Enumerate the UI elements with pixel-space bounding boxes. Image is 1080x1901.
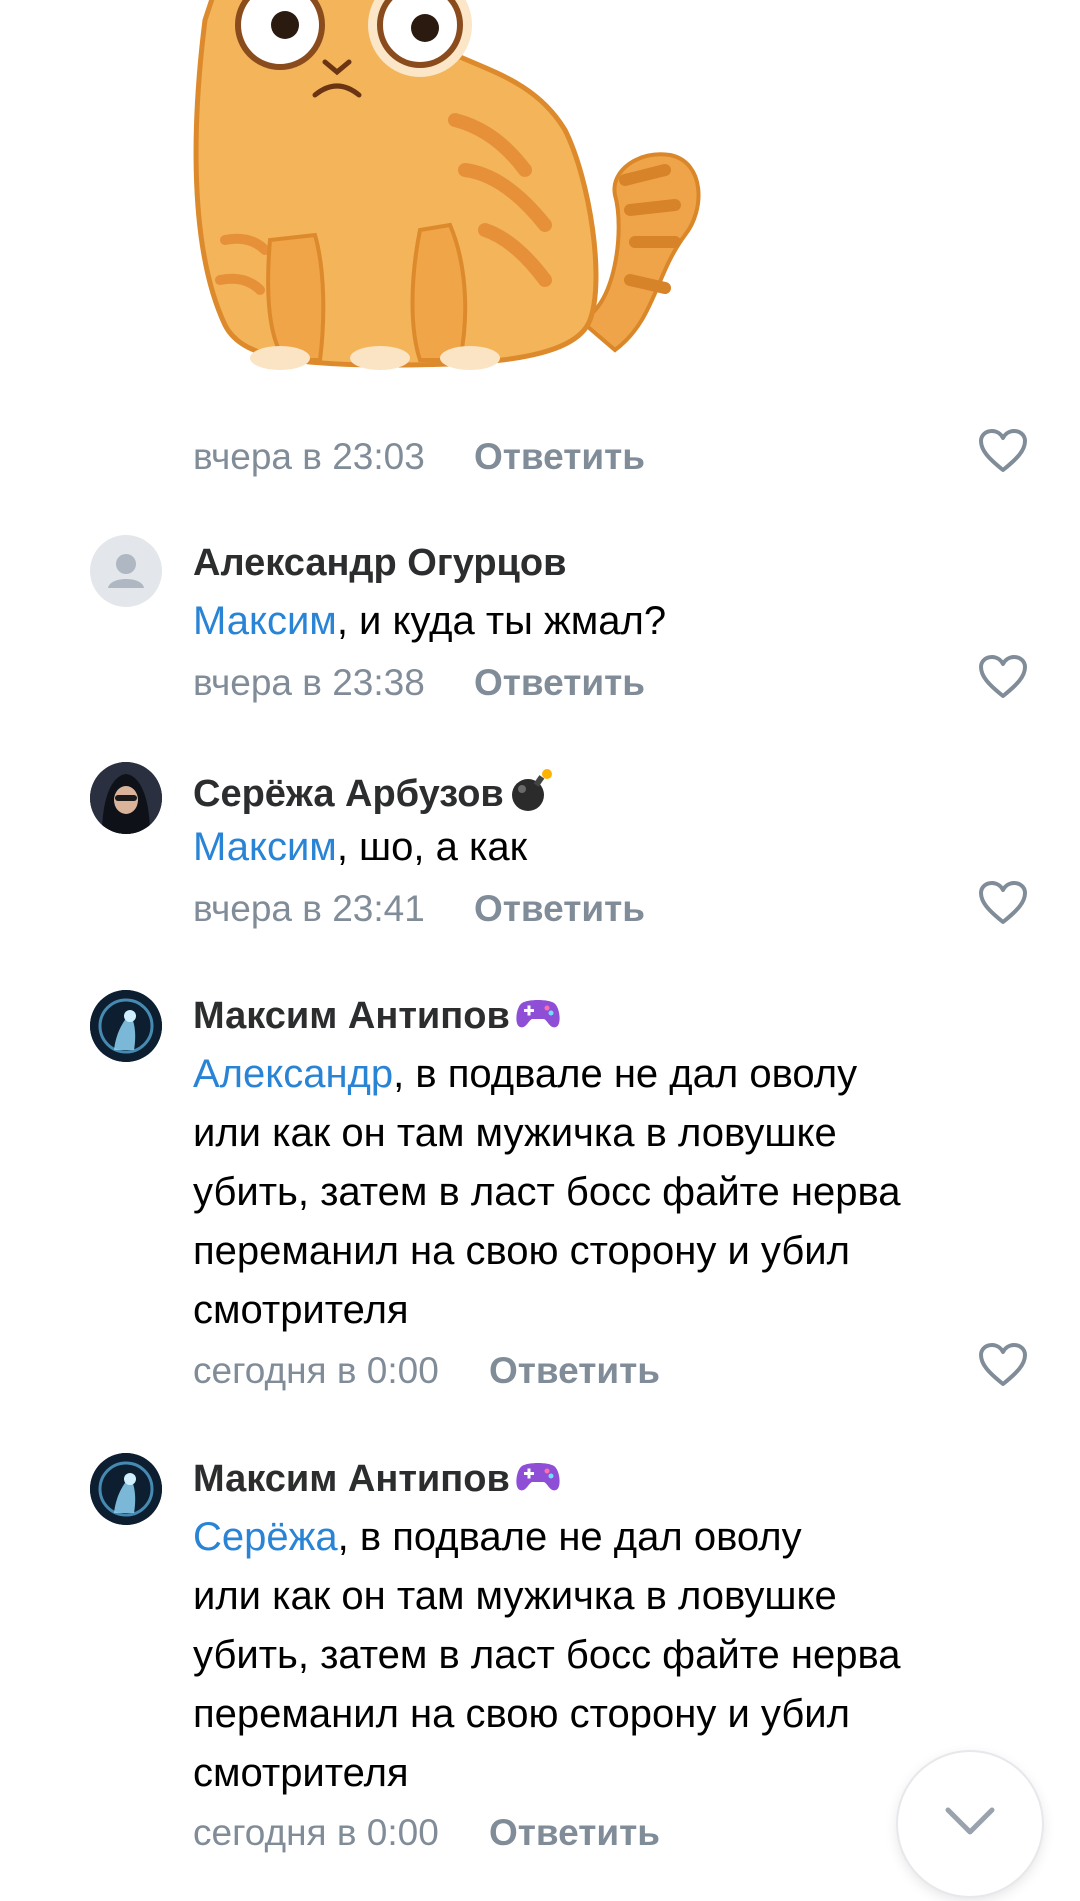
mention-link[interactable]: Серёжа [193,1515,338,1559]
heart-icon [979,1343,1027,1386]
reply-button[interactable]: Ответить [474,888,645,930]
chevron-down-icon [945,1807,995,1835]
comment-time: сегодня в 0:00 [193,1812,439,1853]
comment-author[interactable]: Максим Антипов [193,995,562,1041]
avatar[interactable] [90,762,162,834]
comment-time: вчера в 23:38 [193,662,425,703]
heart-icon [979,881,1027,924]
scroll-down-button[interactable] [898,1752,1042,1896]
cat-sticker [185,0,725,390]
avatar[interactable] [90,990,162,1062]
avatar[interactable] [90,535,162,607]
user-placeholder-icon [108,554,144,588]
mention-link[interactable]: Максим [193,599,337,643]
comment-meta: сегодня в 0:00 Ответить [193,1342,1080,1392]
comment-time: сегодня в 0:00 [193,1350,439,1391]
comment-meta: вчера в 23:03 Ответить [193,428,1080,478]
comment-text: Александр, в подвале не дал оволу или ка… [193,1052,901,1332]
comment-time: вчера в 23:41 [193,888,425,929]
comment-text: Серёжа, в подвале не дал оволу или как о… [193,1515,901,1795]
comment-meta: вчера в 23:41 Ответить [193,880,1080,930]
comment-author[interactable]: Александр Огурцов [193,542,566,585]
gamepad-icon [514,995,562,1041]
hooded-person-avatar-icon [90,762,162,834]
reply-button[interactable]: Ответить [474,662,645,704]
comment-time: вчера в 23:03 [193,436,425,477]
like-button[interactable] [978,654,1028,700]
blue-glow-avatar-icon [90,1453,162,1525]
mention-link[interactable]: Александр [193,1052,393,1096]
comment-author[interactable]: Серёжа Арбузов [193,768,554,824]
comment-meta: вчера в 23:38 Ответить [193,654,1080,704]
blue-glow-avatar-icon [90,990,162,1062]
like-button[interactable] [978,428,1028,474]
bomb-icon [508,768,554,824]
mention-link[interactable]: Максим [193,825,337,869]
heart-icon [979,655,1027,698]
comment-author[interactable]: Максим Антипов [193,1458,562,1504]
avatar[interactable] [90,1453,162,1525]
like-button[interactable] [978,880,1028,926]
like-button[interactable] [978,1342,1028,1388]
comments-screen: вчера в 23:03 Ответить Александр Огурцов… [0,0,1080,1901]
comment-text: Максим, и куда ты жмал? [193,599,667,643]
reply-button[interactable]: Ответить [489,1812,660,1854]
gamepad-icon [514,1458,562,1504]
comment-text: Максим, шо, а как [193,825,528,869]
reply-button[interactable]: Ответить [474,436,645,478]
reply-button[interactable]: Ответить [489,1350,660,1392]
heart-icon [979,429,1027,472]
